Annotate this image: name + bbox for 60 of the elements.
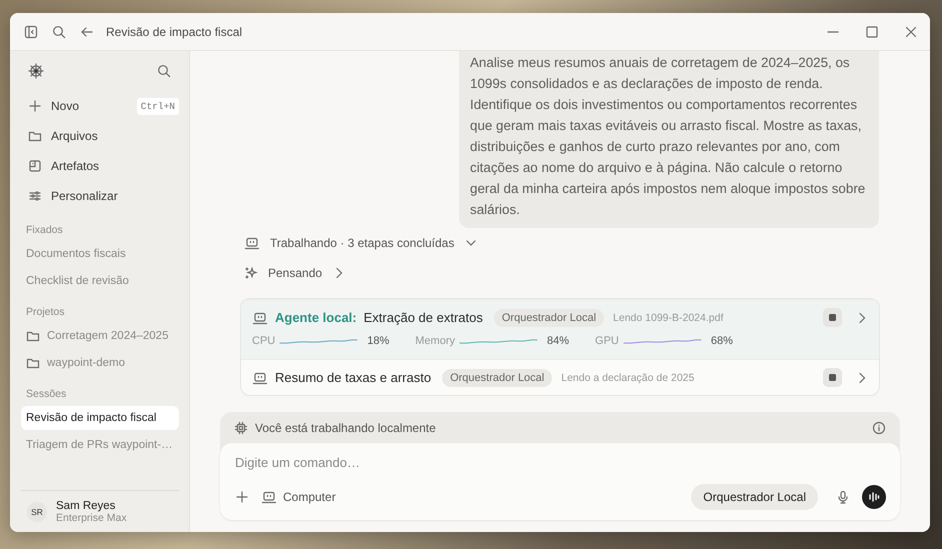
laptop-icon — [261, 490, 277, 504]
section-heading: Projetos — [26, 305, 66, 320]
stop-button[interactable] — [823, 368, 842, 387]
sidebar-toggle-icon[interactable] — [24, 24, 38, 38]
task-status: Lendo a declaração de 2025 — [561, 372, 694, 384]
agent-badge: Orquestrador Local — [442, 368, 552, 386]
window-title: Revisão de impacto fiscal — [106, 24, 242, 38]
command-input[interactable]: Digite um comando… — [235, 453, 535, 471]
microphone-icon[interactable] — [836, 490, 850, 504]
info-icon[interactable] — [872, 420, 886, 434]
nav-item[interactable]: Novo — [51, 99, 80, 113]
waveform-icon — [868, 491, 880, 503]
metric-reading: 68% — [710, 335, 733, 347]
plus-icon[interactable] — [28, 99, 42, 113]
logo-icon — [28, 63, 44, 79]
maximize-icon[interactable] — [864, 24, 878, 38]
sidebar-item[interactable]: Revisão de impacto fiscal — [21, 406, 179, 430]
metric-label: CPU — [252, 335, 276, 347]
shortcut-badge: Ctrl+N — [136, 98, 179, 114]
artifact-icon — [28, 159, 42, 173]
metric-label: Memory — [415, 335, 455, 347]
metric-reading: 84% — [547, 335, 570, 347]
nav-item[interactable]: Arquivos — [51, 129, 98, 143]
user-avatar: SR — [27, 502, 47, 522]
folder-icon — [26, 356, 40, 370]
laptop-icon — [244, 236, 260, 250]
plus-icon[interactable] — [235, 490, 249, 504]
model-selector[interactable]: Orquestrador Local — [691, 484, 818, 510]
section-heading: Sessões — [26, 387, 68, 402]
laptop-icon — [252, 370, 268, 384]
close-icon[interactable] — [904, 24, 918, 38]
metric-reading: 18% — [367, 335, 390, 347]
folder-icon — [28, 129, 42, 143]
search-icon[interactable] — [157, 64, 171, 78]
search-icon[interactable] — [52, 24, 66, 38]
user-name: Sam Reyes — [56, 500, 116, 512]
notice-text: Você está trabalhando localmente — [255, 420, 437, 434]
folder-icon — [26, 329, 40, 343]
section-heading: Fixados — [26, 223, 64, 238]
sliders-icon — [28, 189, 42, 203]
step-label[interactable]: Trabalhando · 3 etapas concluídas — [270, 236, 454, 250]
nav-item[interactable]: Personalizar — [51, 189, 118, 203]
task-title: Resumo de taxas e arrasto — [275, 370, 432, 385]
stop-button[interactable] — [823, 308, 842, 327]
metric-label: GPU — [595, 335, 619, 347]
computer-tool-button[interactable]: Computer — [261, 490, 336, 504]
chip-icon — [234, 420, 248, 434]
voice-button[interactable] — [862, 485, 886, 509]
message-bubble: Analise meus resumos anuais de corretagem de 2024–2025, os 1099s consolidados e as declarações de imposto de renda. Identifique os dois investimentos ou comportamentos recorrentes que geram mais taxas evitáveis ou arrasto fiscal. Mostre as taxas, distribuições e ganhos de curto prazo relevantes por ano, com citações ao nome do arquivo e à página. Não calcule o retorno geral da minha carteira após impostos nem aloque impostos sobre salários. — [459, 51, 879, 228]
user-plan: Enterprise Max — [56, 512, 127, 524]
nav-item[interactable]: Artefatos — [51, 159, 100, 173]
agent-badge: Orquestrador Local — [494, 308, 604, 326]
task-title: Extração de extratos — [364, 310, 483, 325]
step-label[interactable]: Pensando — [268, 266, 322, 280]
agent-label: Agente local: — [275, 310, 357, 325]
task-status: Lendo 1099-B-2024.pdf — [613, 312, 724, 324]
task-row[interactable]: Agente local: Extração de extratos Orquestrador Local Lendo 1099-B-2024.pdf CPU 18% Memory 84% GPU 68% — [241, 299, 879, 359]
back-arrow-icon[interactable] — [80, 24, 94, 38]
laptop-icon — [252, 310, 268, 324]
sparkle-icon — [244, 266, 258, 280]
